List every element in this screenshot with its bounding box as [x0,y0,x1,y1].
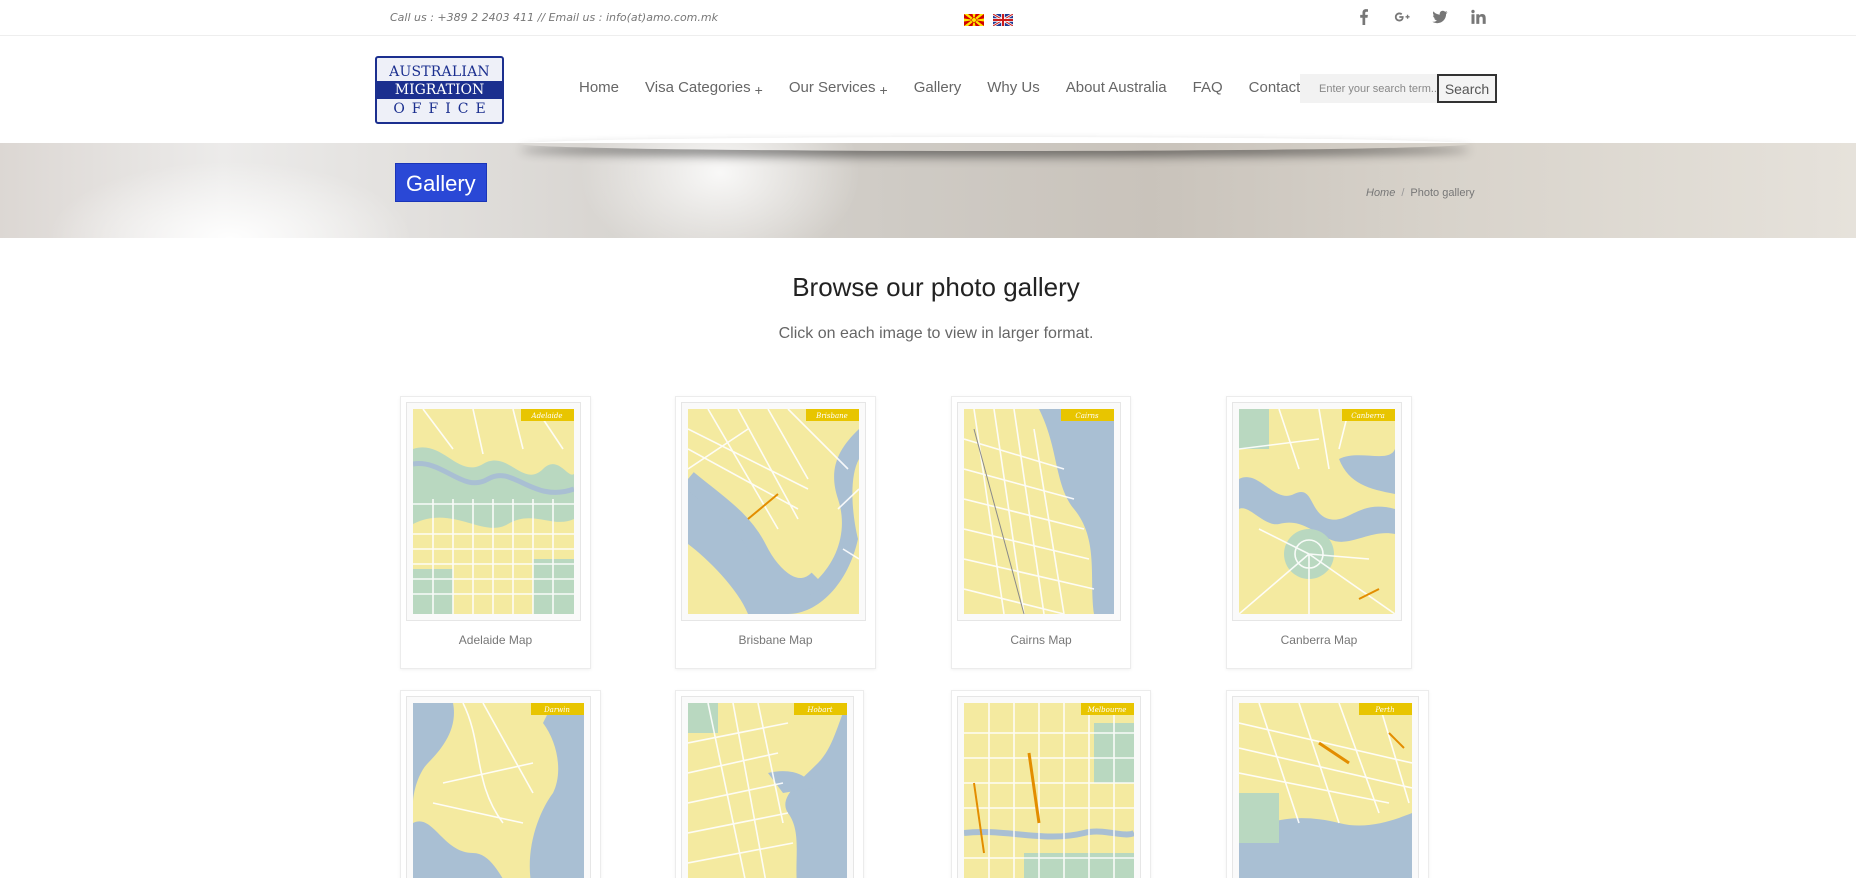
breadcrumb: Home / Photo gallery [1366,187,1475,199]
map-image: Cairns [964,409,1114,614]
map-city-tag: Perth [1374,706,1394,714]
map-city-tag: Darwin [543,706,570,714]
gallery-caption: Adelaide Map [458,633,533,647]
map-image: Hobart [688,703,847,878]
logo-line-3: OFFICE [393,101,493,117]
contact-info: Call us : +389 2 2403 411 // Email us : … [390,11,718,24]
logo-line-2: MIGRATION [377,81,502,99]
map-image: Perth [1239,703,1412,878]
gallery-item-melbourne[interactable]: Melbourne [951,690,1151,878]
map-city-tag: Canberra [1351,412,1385,420]
social-links [1355,7,1487,27]
nav-item-our-services[interactable]: Our Services + [789,79,888,98]
search-input[interactable] [1300,74,1437,103]
site-logo[interactable]: AUSTRALIAN MIGRATION OFFICE [375,56,504,124]
gallery-thumbnail[interactable]: Melbourne [957,696,1141,878]
gallery-thumbnail[interactable]: Canberra [1232,402,1402,621]
nav-item-about-australia[interactable]: About Australia [1066,79,1167,96]
map-image: Brisbane [688,409,859,614]
gallery-item-hobart[interactable]: Hobart [675,690,864,878]
language-switcher [964,14,1013,26]
map-city-tag: Adelaide [531,412,563,420]
nav-item-gallery[interactable]: Gallery [914,79,962,96]
linkedin-icon[interactable] [1469,7,1487,27]
gallery-caption: Canberra Map [1280,633,1358,647]
map-image: Canberra [1239,409,1395,614]
main-nav: Home Visa Categories + Our Services + Gall… [579,79,1349,98]
gallery-item-brisbane[interactable]: Brisbane Brisbane Map [675,396,876,669]
gallery-item-canberra[interactable]: Canberra Canberra Map [1226,396,1412,669]
map-city-tag: Melbourne [1087,706,1127,714]
map-image: Darwin [413,703,584,878]
facebook-icon[interactable] [1355,7,1373,27]
twitter-icon[interactable] [1431,7,1449,27]
google-plus-icon[interactable] [1393,7,1411,27]
map-image: Adelaide [413,409,574,614]
gallery-thumbnail[interactable]: Brisbane [681,402,866,621]
submenu-plus-icon: + [879,81,888,98]
gallery-heading: Browse our photo gallery [792,272,1080,302]
gallery-caption: Cairns Map [1010,633,1072,647]
gallery-thumbnail[interactable]: Adelaide [406,402,581,621]
uk-flag-icon[interactable] [993,14,1013,26]
site-header: AUSTRALIAN MIGRATION OFFICE Home Visa Ca… [0,37,1856,143]
breadcrumb-current: Photo gallery [1410,187,1475,199]
gallery-item-perth[interactable]: Perth [1226,690,1429,878]
gallery-item-adelaide[interactable]: Adelaide Adelaide Map [400,396,591,669]
nav-item-faq[interactable]: FAQ [1193,79,1223,96]
gallery-thumbnail[interactable]: Darwin [406,696,591,878]
gallery-thumbnail[interactable]: Cairns [957,402,1121,621]
map-city-tag: Cairns [1075,412,1099,420]
breadcrumb-separator: / [1401,187,1405,199]
gallery-thumbnail[interactable]: Hobart [681,696,854,878]
search-button[interactable]: Search [1437,74,1497,103]
gallery-item-darwin[interactable]: Darwin [400,690,601,878]
map-city-tag: Brisbane [815,412,848,420]
map-image: Melbourne [964,703,1134,878]
top-bar: Call us : +389 2 2403 411 // Email us : … [0,0,1856,36]
breadcrumb-home-link[interactable]: Home [1366,187,1395,199]
page-title-banner: Gallery Home / Photo gallery [0,143,1856,238]
gallery-subheading: Click on each image to view in larger fo… [778,325,1094,342]
nav-item-visa-categories[interactable]: Visa Categories + [645,79,763,98]
nav-item-why-us[interactable]: Why Us [987,79,1040,96]
nav-item-home[interactable]: Home [579,79,619,96]
logo-line-1: AUSTRALIAN [389,64,490,80]
gallery-caption: Brisbane Map [738,633,813,647]
submenu-plus-icon: + [754,81,763,98]
search-form: Search [1300,74,1497,103]
gallery-item-cairns[interactable]: Cairns Cairns Map [951,396,1131,669]
map-city-tag: Hobart [806,706,832,714]
page-title: Gallery [395,163,487,202]
gallery-thumbnail[interactable]: Perth [1232,696,1419,878]
mk-flag-icon[interactable] [964,14,984,26]
